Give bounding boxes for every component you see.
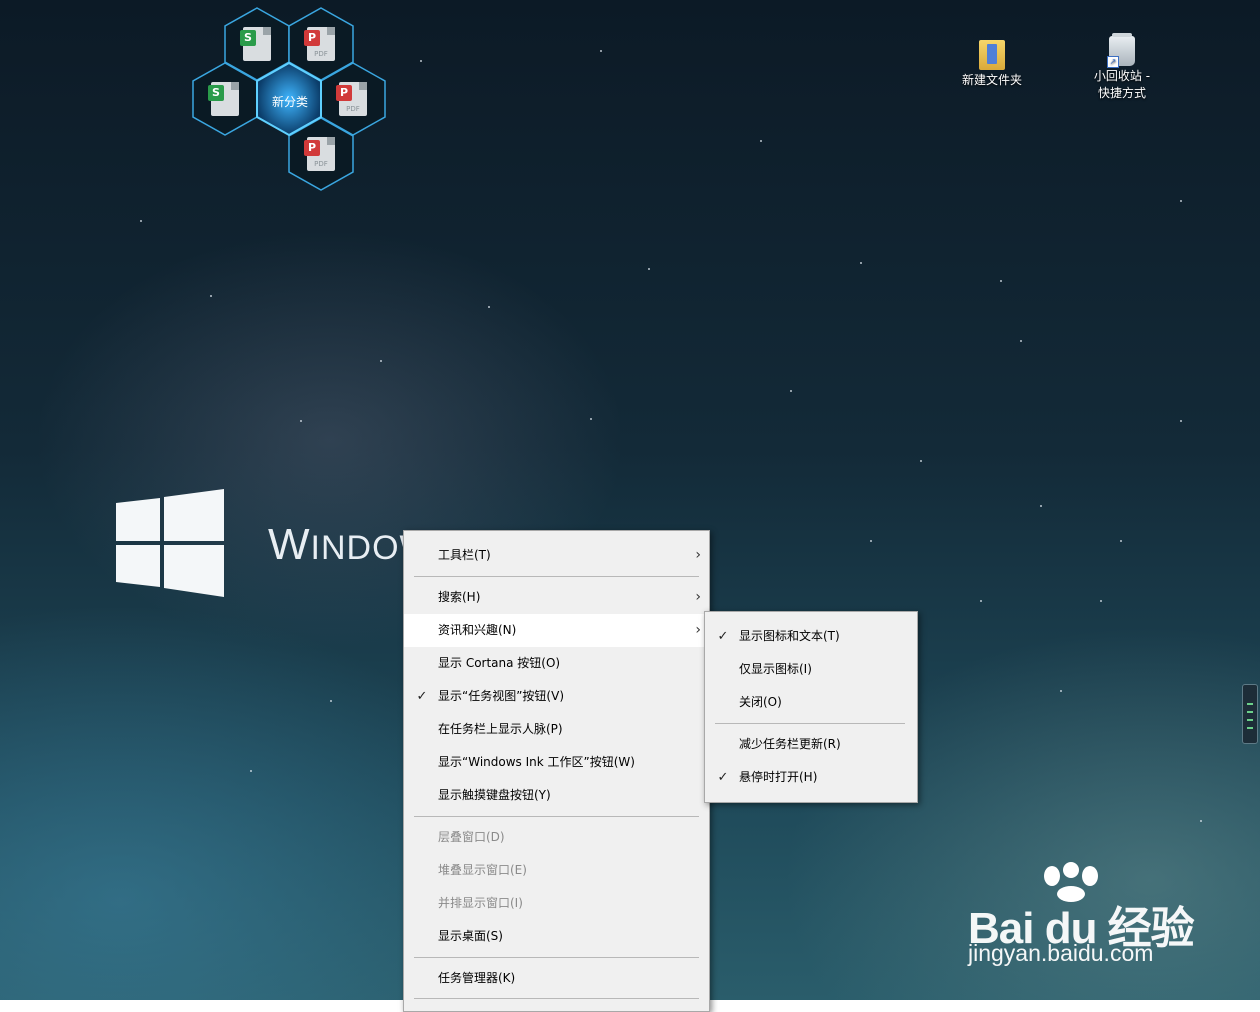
menu-item-label: 显示“Windows Ink 工作区”按钮(W) [438,755,635,769]
checkmark-icon: ✓ [717,770,729,785]
file-type-text: PDF [346,105,360,113]
news-submenu-item[interactable]: 关闭(O) [705,686,917,719]
spreadsheet-file-icon[interactable]: S [208,82,239,116]
menu-item-label: 层叠窗口(D) [438,830,505,844]
taskbar-menu-item[interactable]: 任务管理器(K) [404,962,709,995]
desktop-icon-label: 快捷方式 [1097,86,1146,100]
star [1180,420,1182,422]
file-type-tag: S [240,30,256,46]
checkmark-icon: ✓ [416,689,428,704]
windows-logo-icon [116,489,224,597]
watermark-url: jingyan.baidu.com [968,940,1154,966]
star [648,268,650,270]
chevron-right-icon: › [695,622,701,638]
chevron-right-icon: › [695,547,701,563]
checkmark-icon: ✓ [717,629,729,644]
menu-item-label: 在任务栏上显示人脉(P) [438,722,563,736]
menu-item-label: 显示桌面(S) [438,929,503,943]
taskbar-context-menu: 工具栏(T) › 搜索(H) › 资讯和兴趣(N) › 显示 Cortana 按钮(O) ✓ 显… [403,530,710,1012]
menu-item-label: 减少任务栏更新(R) [739,737,841,751]
menu-item-label: 显示图标和文本(T) [739,629,840,643]
folder-icon [979,40,1005,70]
taskbar-menu-item[interactable]: ✓ 显示“任务视图”按钮(V) [404,680,709,713]
file-type-text: PDF [314,50,328,58]
star [380,360,382,362]
news-submenu-item[interactable]: 仅显示图标(I) [705,653,917,686]
star [1180,200,1182,202]
menu-item-label: 资讯和兴趣(N) [438,623,517,637]
menu-item-label: 并排显示窗口(I) [438,896,523,910]
star [420,60,422,62]
star [250,770,252,772]
baidu-jingyan-watermark: Bai du 经验 jingyan.baidu.com [960,862,1210,977]
file-type-tag: S [208,85,224,101]
star [1040,505,1042,507]
star [1060,690,1062,692]
menu-separator [414,957,699,958]
menu-item-label: 关闭(O) [739,695,782,709]
taskbar-menu-item[interactable]: 搜索(H) › [404,581,709,614]
menu-separator [414,998,699,999]
star [1000,280,1002,282]
menu-item-label: 显示触摸键盘按钮(Y) [438,788,551,802]
star [980,600,982,602]
shortcut-arrow-icon: ↗ [1107,56,1119,68]
taskbar-menu-item[interactable]: 工具栏(T) › [404,539,709,572]
star [920,460,922,462]
pdf-file-icon[interactable]: P PDF [304,27,335,61]
recycle-bin-icon: ↗ [1107,33,1135,68]
star [590,418,592,420]
star [1020,340,1022,342]
menu-separator [414,816,699,817]
taskbar-menu-item[interactable]: 显示桌面(S) [404,920,709,953]
side-panel-handle[interactable] [1242,684,1258,744]
star [140,220,142,222]
menu-separator [414,576,699,577]
star [330,700,332,702]
taskbar-menu-item[interactable]: 显示 Cortana 按钮(O) [404,647,709,680]
pdf-file-icon[interactable]: P PDF [336,82,367,116]
menu-item-label: 显示 Cortana 按钮(O) [438,656,561,670]
hex-center-label: 新分类 [271,95,308,109]
star [300,420,302,422]
star [600,50,602,52]
star [860,262,862,264]
star [760,140,762,142]
taskbar-menu-item: 并排显示窗口(I) [404,887,709,920]
chevron-right-icon: › [695,589,701,605]
menu-item-label: 工具栏(T) [438,548,491,562]
star [1100,600,1102,602]
taskbar-menu-item[interactable]: 显示触摸键盘按钮(Y) [404,779,709,812]
desktop-icon-new-folder[interactable]: 新建文件夹 [942,40,1042,89]
desktop-icon-label: 小回收站 - [1093,69,1151,83]
hex-category-widget[interactable]: S P PDF S 新分类 P PDF P PDF [190,5,390,195]
star [1200,820,1202,822]
pdf-file-icon[interactable]: P PDF [304,137,335,171]
news-interests-submenu: ✓ 显示图标和文本(T) 仅显示图标(I) 关闭(O) 减少任务栏更新(R) ✓ 悬停时打开… [704,611,918,803]
taskbar-menu-item: 堆叠显示窗口(E) [404,854,709,887]
news-submenu-item[interactable]: ✓ 显示图标和文本(T) [705,620,917,653]
star [870,540,872,542]
file-type-text: PDF [314,160,328,168]
desktop-icon-recycle-bin-shortcut[interactable]: ↗ 小回收站 - 快捷方式 [1072,33,1172,102]
news-submenu-item[interactable]: ✓ 悬停时打开(H) [705,761,917,794]
menu-item-label: 显示“任务视图”按钮(V) [438,689,565,703]
taskbar-menu-item[interactable]: 在任务栏上显示人脉(P) [404,713,709,746]
star [790,390,792,392]
taskbar-menu-item[interactable]: 显示“Windows Ink 工作区”按钮(W) [404,746,709,779]
taskbar-menu-item: 层叠窗口(D) [404,821,709,854]
menu-item-label: 搜索(H) [438,590,481,604]
news-submenu-item[interactable]: 减少任务栏更新(R) [705,728,917,761]
menu-separator [715,723,905,724]
menu-item-label: 仅显示图标(I) [739,662,812,676]
taskbar-menu-item[interactable]: 资讯和兴趣(N) › [404,614,709,647]
menu-item-label: 任务管理器(K) [438,971,516,985]
star [1120,540,1122,542]
desktop-icon-label: 新建文件夹 [961,73,1022,87]
star [210,295,212,297]
menu-item-label: 悬停时打开(H) [739,770,818,784]
spreadsheet-file-icon[interactable]: S [240,27,271,61]
menu-item-label: 堆叠显示窗口(E) [438,863,527,877]
star [488,306,490,308]
